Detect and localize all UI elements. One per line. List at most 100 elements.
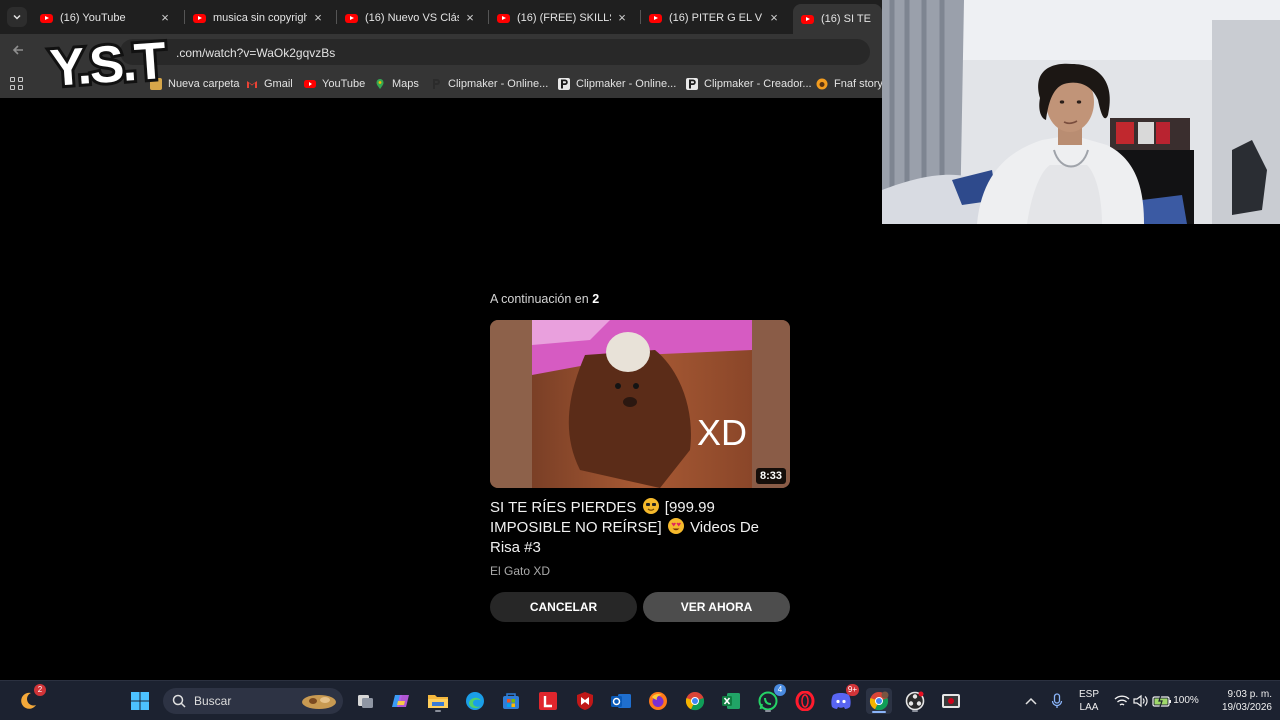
- title-text-part1: SI TE RÍES PIERDES: [490, 499, 637, 516]
- bookmark-label: Gmail: [264, 78, 293, 90]
- show-hidden-icons-button[interactable]: [1019, 689, 1043, 713]
- chrome-profile-app-active[interactable]: [866, 688, 892, 714]
- bookmark-label: Clipmaker - Online...: [576, 78, 677, 90]
- weather-widget[interactable]: 2: [16, 684, 46, 713]
- outlook-icon: [611, 694, 631, 708]
- bookmark-gmail[interactable]: Gmail: [246, 75, 293, 93]
- language-code: ESP: [1078, 689, 1099, 700]
- mcafee-app[interactable]: [573, 689, 597, 713]
- play-now-button[interactable]: VER AHORA: [643, 592, 790, 622]
- chevron-down-icon: [13, 14, 21, 20]
- clock[interactable]: 9:03 p. m. 19/03/2026: [1206, 688, 1272, 714]
- bookmark-label: YouTube: [322, 78, 366, 90]
- up-next-actions: CANCELAR VER AHORA: [490, 592, 790, 622]
- youtube-icon: [304, 78, 316, 90]
- battery-charging-icon: [1152, 694, 1171, 708]
- microphone-icon: [1051, 693, 1063, 708]
- opera-app[interactable]: [793, 689, 817, 713]
- close-icon[interactable]: ×: [158, 11, 172, 25]
- up-next-video-title[interactable]: SI TE RÍES PIERDES [999.99 IMPOSIBLE NO …: [490, 498, 790, 558]
- up-next-thumbnail[interactable]: XD 8:33: [490, 320, 790, 488]
- taskbar-search-box[interactable]: Buscar: [163, 688, 343, 714]
- start-button[interactable]: [128, 689, 152, 713]
- bookmark-label: Clipmaker - Creador...: [704, 78, 812, 90]
- whatsapp-badge: 4: [774, 684, 786, 696]
- channel-name[interactable]: El Gato XD: [490, 564, 790, 580]
- up-next-label: A continuación en 2: [490, 292, 790, 310]
- bookmark-label: Clipmaker - Online...: [448, 78, 549, 90]
- screen-recorder-icon: [942, 694, 960, 708]
- tab-youtube-home[interactable]: (16) YouTube ×: [32, 5, 180, 31]
- outlook-app[interactable]: [609, 689, 633, 713]
- clipmaker-icon: [558, 78, 570, 90]
- close-icon[interactable]: ×: [615, 11, 629, 25]
- search-placeholder: Buscar: [194, 694, 232, 708]
- tab-piter-g[interactable]: (16) PITER G EL VIOL ×: [641, 5, 789, 31]
- tab-search-button[interactable]: [7, 7, 27, 27]
- tab-title: (16) (FREE) SKILLS - S: [517, 12, 611, 24]
- chrome-icon: [685, 692, 705, 711]
- close-icon[interactable]: ×: [767, 11, 781, 25]
- up-next-label-text: A continuación en: [490, 292, 589, 306]
- maps-icon: [374, 78, 386, 90]
- chevron-up-icon: [1025, 697, 1037, 705]
- screen-recorder-app[interactable]: [939, 689, 963, 713]
- input-language-indicator[interactable]: ESP LAA: [1075, 688, 1103, 714]
- discord-badge: 9+: [845, 684, 859, 696]
- microsoft-store-app[interactable]: [499, 689, 523, 713]
- speaker-icon: [1133, 694, 1148, 708]
- discord-app[interactable]: 9+: [829, 684, 859, 713]
- bookmark-clipmaker-3[interactable]: Clipmaker - Creador...: [686, 75, 812, 93]
- file-explorer-app[interactable]: [426, 689, 450, 713]
- fnaf-icon: [816, 78, 828, 90]
- youtube-icon: [40, 13, 53, 23]
- bookmark-maps[interactable]: Maps: [374, 75, 419, 93]
- running-indicator: [912, 710, 918, 712]
- video-duration: 8:33: [755, 468, 786, 484]
- webcam-person-image: [882, 0, 1280, 224]
- bookmark-clipmaker-2[interactable]: Clipmaker - Online...: [558, 75, 676, 93]
- apps-grid-icon[interactable]: [10, 77, 23, 90]
- tab-title: musica sin copyright: [213, 12, 307, 24]
- tab-si-te-ries-active[interactable]: (16) SI TE RÍES: [793, 4, 882, 34]
- edge-app[interactable]: [463, 689, 487, 713]
- volume-indicator[interactable]: [1128, 689, 1152, 713]
- bookmark-youtube[interactable]: YouTube: [304, 75, 365, 93]
- task-view-button[interactable]: [354, 689, 378, 713]
- red-l-app[interactable]: [536, 689, 560, 713]
- close-icon[interactable]: ×: [463, 11, 477, 25]
- shield-icon: [577, 692, 593, 710]
- search-icon: [172, 694, 186, 708]
- obs-app[interactable]: [903, 689, 927, 713]
- tab-musica[interactable]: musica sin copyright ×: [185, 5, 333, 31]
- screen: (16) YouTube × musica sin copyright × (1…: [0, 0, 1280, 720]
- edge-icon: [466, 692, 484, 710]
- firefox-app[interactable]: [646, 689, 670, 713]
- excel-app[interactable]: [719, 689, 743, 713]
- copilot-app[interactable]: [389, 689, 413, 713]
- cool-face-emoji-icon: [642, 498, 659, 514]
- windows-taskbar: 2 Buscar 4 9+ ESP LAA 100% 9:03 p. m. 19…: [0, 680, 1280, 720]
- copilot-icon: [392, 695, 409, 707]
- bookmark-fnaf-story[interactable]: Fnaf story: [816, 75, 883, 93]
- cancel-button[interactable]: CANCELAR: [490, 592, 637, 622]
- microphone-indicator[interactable]: [1045, 689, 1069, 713]
- tab-nuevo-vs-clasico[interactable]: (16) Nuevo VS Clásico ×: [337, 5, 485, 31]
- watermark-logo: Y.S.T: [45, 30, 171, 96]
- tab-title: (16) SI TE RÍES: [821, 13, 874, 25]
- back-button[interactable]: [9, 43, 27, 61]
- thumbnail-image: [490, 320, 790, 488]
- tab-free-skills[interactable]: (16) (FREE) SKILLS - S ×: [489, 5, 637, 31]
- clipmaker-icon: [430, 78, 442, 90]
- close-icon[interactable]: ×: [311, 11, 325, 25]
- battery-percentage: 100%: [1173, 695, 1199, 706]
- youtube-icon: [801, 14, 814, 24]
- battery-indicator[interactable]: [1150, 689, 1174, 713]
- chrome-app[interactable]: [683, 689, 707, 713]
- folder-icon: [428, 695, 448, 708]
- whatsapp-app[interactable]: 4: [756, 684, 786, 713]
- bookmark-clipmaker-1[interactable]: Clipmaker - Online...: [430, 75, 548, 93]
- store-icon: [503, 693, 519, 709]
- url-text[interactable]: .com/watch?v=WaOk2gqvzBs: [176, 46, 335, 60]
- tab-title: (16) Nuevo VS Clásico: [365, 12, 459, 24]
